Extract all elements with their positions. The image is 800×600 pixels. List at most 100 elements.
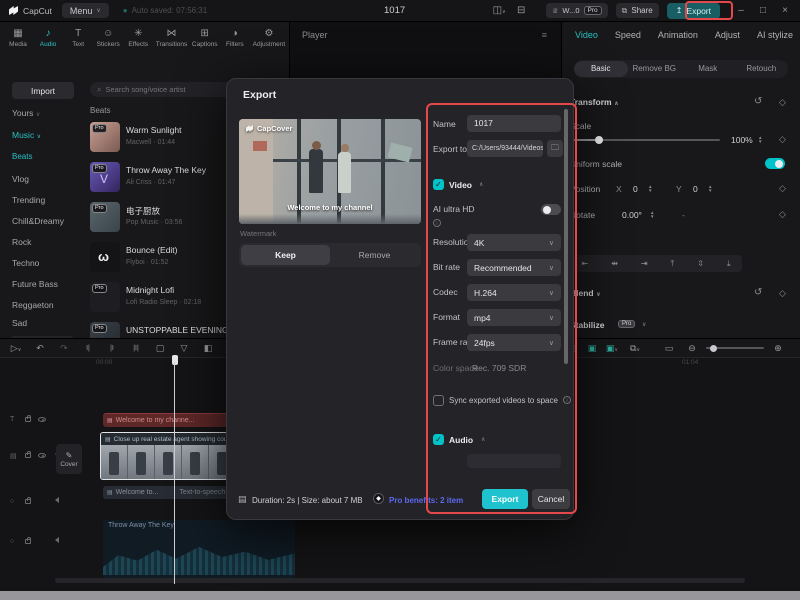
align-middle-icon[interactable]: ⇳ — [697, 259, 704, 268]
lock-icon[interactable] — [25, 451, 31, 458]
workspace-pro-pill[interactable]: ♕ W...0 Pro — [546, 3, 608, 18]
genre-techno[interactable]: Techno — [12, 258, 39, 268]
genre-trending[interactable]: Trending — [12, 195, 45, 205]
genre-beats[interactable]: Beats — [12, 152, 32, 161]
tab-adjustment[interactable]: ⚙ Adjustment — [251, 26, 287, 48]
scale-value[interactable]: 100% — [731, 135, 753, 145]
tab-transitions[interactable]: ⋈ Transitions — [154, 26, 188, 48]
select-tool-icon[interactable]: ▷∨ — [4, 343, 28, 354]
inspector-tab-video[interactable]: Video — [575, 30, 598, 40]
mute-icon[interactable] — [52, 497, 59, 503]
keyframe-blend-icon[interactable]: ◇ — [779, 288, 786, 299]
track-title[interactable]: Midnight Lofi — [126, 285, 174, 295]
album-art[interactable]: Pro — [90, 202, 120, 232]
resolution-dropdown[interactable]: 4K ∨ — [467, 234, 561, 251]
keyframe-rotate-icon[interactable]: ◇ — [779, 209, 786, 220]
zoom-in-icon[interactable]: ⊕ — [768, 343, 788, 354]
close-button[interactable]: × — [778, 5, 792, 16]
mirror-icon[interactable]: ◧ — [196, 343, 220, 354]
rotate-value[interactable]: 0.00° — [622, 210, 642, 220]
bitrate-dropdown[interactable]: Recommended ∨ — [467, 259, 561, 276]
delete-icon[interactable]: ▢ — [148, 343, 172, 354]
track-title[interactable]: Bounce (Edit) — [126, 245, 178, 255]
zoom-out-icon[interactable]: ⊖ — [682, 343, 702, 354]
category-yours[interactable]: Yours ∨ — [12, 108, 40, 118]
lock-icon[interactable] — [25, 415, 31, 422]
rotate-stepper[interactable]: ▲ ▼ — [650, 210, 654, 219]
audio-collapse-icon[interactable]: ∧ — [481, 436, 485, 443]
record-screen-icon[interactable]: ▭ — [656, 343, 682, 354]
layout-toggle-icon[interactable]: ◫∨ — [492, 5, 506, 16]
subtab-remove-bg[interactable]: Remove BG — [628, 61, 682, 77]
tab-media[interactable]: ▦ Media — [4, 26, 32, 48]
cancel-button[interactable]: Cancel — [532, 489, 570, 509]
track-title[interactable]: Warm Sunlight — [126, 125, 181, 135]
inspector-tab-adjust[interactable]: Adjust — [715, 30, 740, 40]
tab-audio[interactable]: ♪ Audio — [34, 26, 62, 48]
uniform-scale-toggle[interactable] — [765, 158, 785, 169]
visibility-icon[interactable] — [38, 417, 46, 422]
subtab-retouch[interactable]: Retouch — [735, 61, 789, 77]
lock-icon[interactable] — [25, 537, 31, 544]
adjust-tracks-icon[interactable]: ⧉∨ — [622, 343, 648, 354]
keyframe-transform-icon[interactable]: ◇ — [779, 97, 786, 108]
align-right-icon[interactable]: ⇥ — [641, 259, 648, 268]
codec-dropdown[interactable]: H.264 ∨ — [467, 284, 561, 301]
timeline-zoom-slider[interactable] — [706, 344, 764, 352]
remove-button[interactable]: Remove — [330, 245, 419, 265]
reset-blend-icon[interactable]: ↺ — [754, 287, 762, 298]
scale-slider-handle[interactable] — [595, 136, 603, 144]
video-checkbox[interactable]: ✓ — [433, 179, 444, 190]
track-title[interactable]: 电子厨放 — [126, 205, 160, 217]
scale-stepper[interactable]: ▲ ▼ — [758, 135, 762, 144]
track-title[interactable]: UNSTOPPABLE EVENING — [126, 325, 229, 335]
cover-button[interactable]: ✎ Cover — [56, 444, 82, 474]
minimize-button[interactable]: – — [734, 5, 748, 16]
track-title[interactable]: Throw Away The Key — [126, 165, 206, 175]
transform-section[interactable]: Transform ∧ — [570, 97, 619, 107]
player-menu-icon[interactable]: ≡ — [542, 30, 547, 40]
tab-stickers[interactable]: ☺ Stickers — [94, 26, 122, 48]
subtab-basic[interactable]: Basic — [574, 61, 628, 77]
undo-icon[interactable]: ↶ — [28, 343, 52, 354]
preview-axis-icon[interactable]: ▣∨ — [602, 343, 622, 354]
format-dropdown[interactable]: mp4 ∨ — [467, 309, 561, 326]
subtab-mask[interactable]: Mask — [681, 61, 735, 77]
inspector-tab-animation[interactable]: Animation — [658, 30, 698, 40]
category-music[interactable]: Music ∨ — [12, 130, 41, 140]
align-top-icon[interactable]: ⤒ — [671, 259, 675, 269]
genre-rock[interactable]: Rock — [12, 237, 31, 247]
genre-reggaeton[interactable]: Reggaeton — [12, 300, 54, 310]
sync-checkbox[interactable] — [433, 395, 444, 406]
trim-right-icon[interactable]: |I| — [124, 345, 148, 352]
name-input[interactable]: 1017 — [467, 115, 561, 132]
genre-vlog[interactable]: Vlog — [12, 174, 29, 184]
position-x-stepper[interactable]: ▲ ▼ — [648, 184, 652, 193]
audio-format-dropdown-partial[interactable] — [467, 454, 561, 468]
video-collapse-icon[interactable]: ∧ — [479, 181, 483, 188]
position-y-value[interactable]: 0 — [693, 184, 698, 194]
genre-sad[interactable]: Sad — [12, 318, 27, 328]
panel-layout-icon[interactable]: ⊟ — [514, 5, 528, 16]
playhead-line[interactable] — [174, 362, 175, 584]
import-button[interactable]: Import — [12, 82, 74, 99]
redo-icon[interactable]: ↷ — [52, 343, 76, 354]
keyframe-scale-icon[interactable]: ◇ — [779, 134, 786, 145]
visibility-icon[interactable] — [38, 453, 46, 458]
browse-folder-button[interactable]: 🗀 — [547, 140, 563, 157]
search-input[interactable] — [105, 85, 236, 94]
menu-button[interactable]: Menu ∨ — [61, 3, 109, 18]
blend-section[interactable]: Blend ∨ — [570, 288, 601, 298]
lock-icon[interactable] — [25, 497, 31, 504]
ai-ultra-hd-toggle[interactable] — [541, 204, 561, 215]
audio-checkbox[interactable]: ✓ — [433, 434, 444, 445]
scale-slider[interactable] — [570, 136, 720, 144]
zoom-slider-handle[interactable] — [710, 344, 717, 352]
framerate-dropdown[interactable]: 24fps ∨ — [467, 334, 561, 351]
align-bottom-icon[interactable]: ⤓ — [727, 259, 731, 269]
align-center-h-icon[interactable]: ⇹ — [611, 259, 618, 268]
stabilize-section[interactable]: Stabilize — [570, 320, 604, 330]
position-y-stepper[interactable]: ▲ ▼ — [708, 184, 712, 193]
mute-icon[interactable] — [52, 537, 59, 543]
split-icon[interactable]: I| — [76, 345, 100, 352]
